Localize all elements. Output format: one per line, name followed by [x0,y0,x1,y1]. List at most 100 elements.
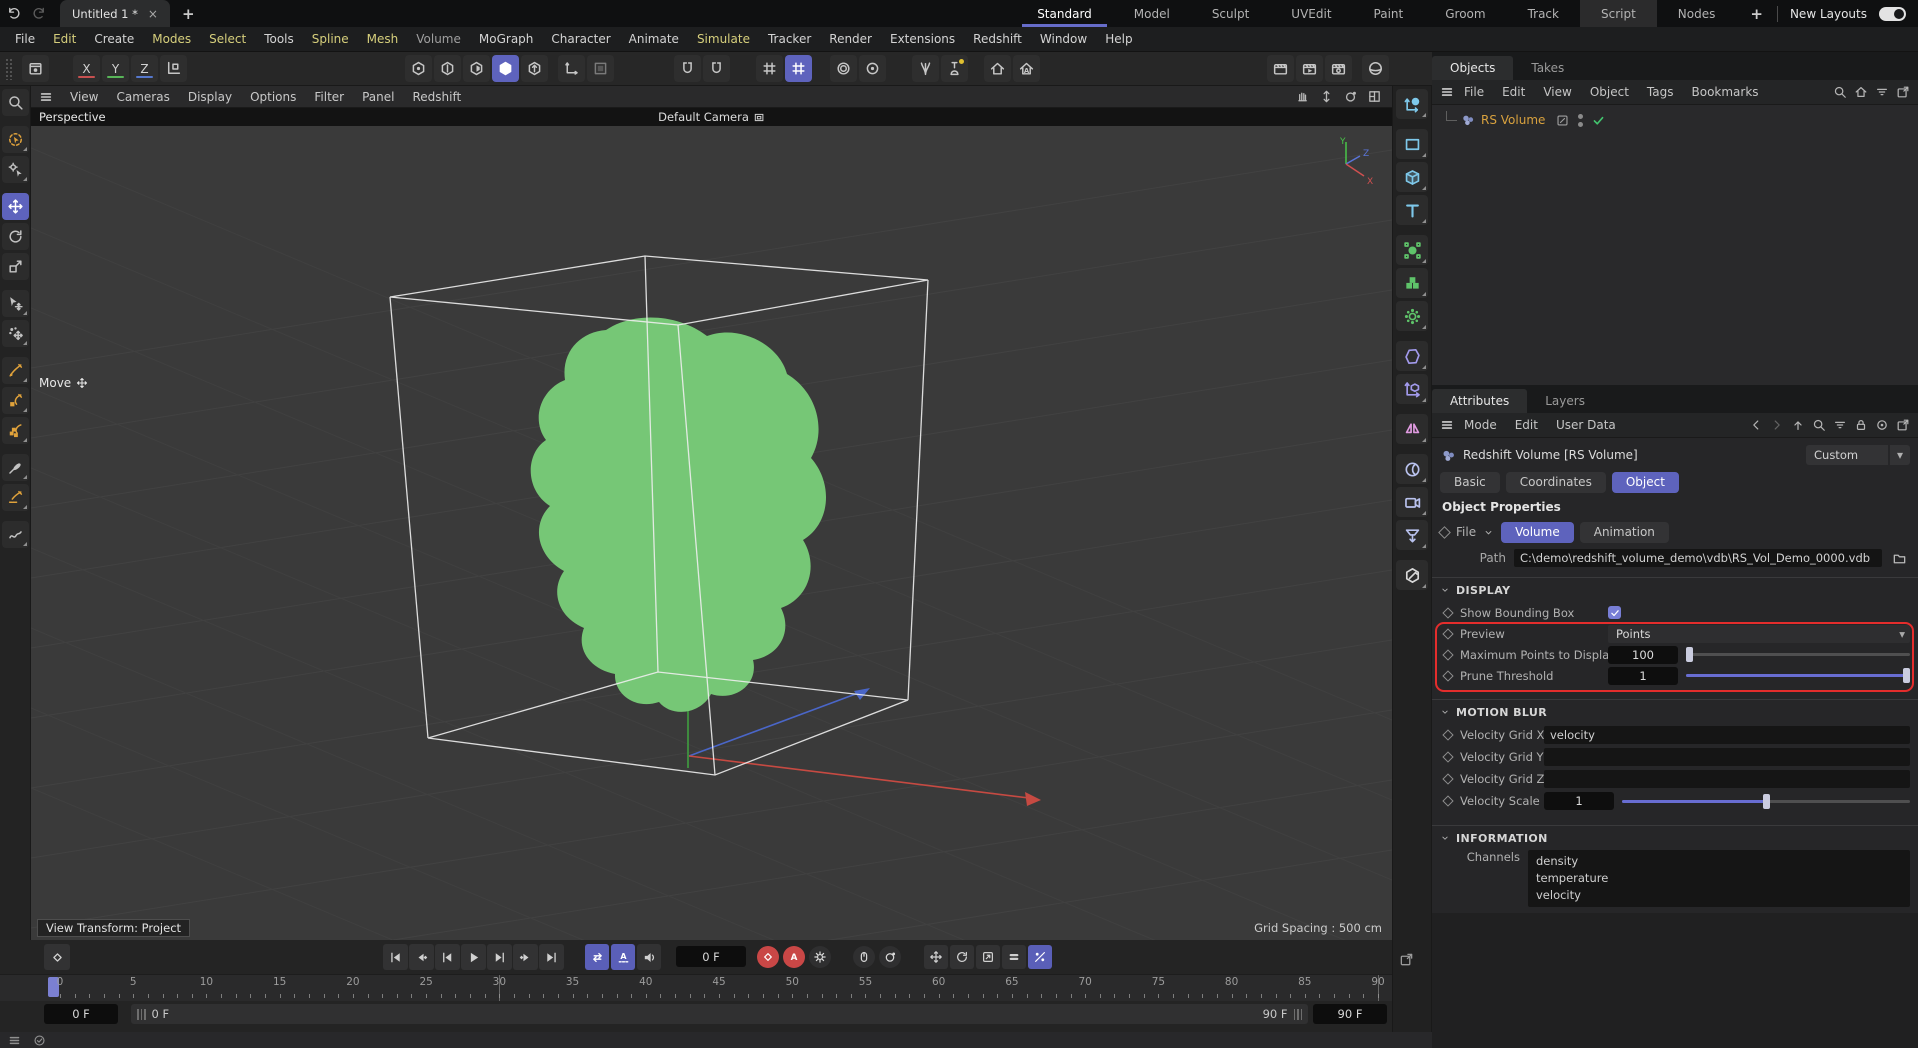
menu-tracker[interactable]: Tracker [759,32,820,46]
layout-tab-model[interactable]: Model [1113,0,1191,27]
object-manager-tree[interactable]: RS Volume [1432,105,1918,385]
attribute-manager-menu-user-data[interactable]: User Data [1548,418,1624,432]
deformer-button[interactable] [1396,341,1428,371]
menu-character[interactable]: Character [542,32,619,46]
viewport-menu-filter[interactable]: Filter [305,90,353,104]
file-mode-volume-button[interactable]: Volume [1501,521,1574,543]
scale-tool[interactable] [1,253,29,280]
field-button[interactable] [1396,374,1428,404]
value-field-maximum-points-to-display[interactable]: 100 [1608,645,1678,664]
stage-button[interactable] [1396,520,1428,550]
snap-toggle-button[interactable] [674,55,701,82]
menu-simulate[interactable]: Simulate [688,32,759,46]
menu-volume[interactable]: Volume [407,32,470,46]
attribute-manager-tab-attributes[interactable]: Attributes [1432,389,1528,413]
axis-gizmo[interactable]: Y Z X [1324,134,1376,186]
soft-selection-tool[interactable] [1,320,29,347]
section-collapse-icon[interactable] [1440,707,1450,717]
points-mode-button[interactable] [405,55,432,82]
value-field-prune-threshold[interactable]: 1 [1608,666,1678,685]
expand-icon[interactable] [1896,85,1910,99]
menu-create[interactable]: Create [85,32,143,46]
model-mode-button[interactable] [492,55,519,82]
current-frame-field[interactable]: 0 F [676,946,746,967]
menu-render[interactable]: Render [820,32,881,46]
text-field-velocity-grid-x[interactable]: velocity [1544,726,1910,744]
viewport-camera-label[interactable]: Default Camera [658,110,765,124]
keyframe-rotation-mode-button[interactable] [879,946,901,968]
render-view-button[interactable] [1267,55,1294,82]
browse-folder-icon[interactable] [1888,549,1910,567]
sketch-pen-tool[interactable] [1,484,29,511]
object-manager-menu-object[interactable]: Object [1582,85,1637,99]
menu-file[interactable]: File [6,32,44,46]
object-manager-menu-view[interactable]: View [1535,85,1579,99]
viewport-menu-panel[interactable]: Panel [353,90,403,104]
object-manager-tab-objects[interactable]: Objects [1432,56,1514,80]
attribute-manager-menu-icon[interactable] [1440,418,1454,432]
falloff-button[interactable] [830,55,857,82]
sound-button[interactable] [637,944,661,970]
layout-tab-script[interactable]: Script [1579,0,1657,27]
object-axis-mode-button[interactable] [521,55,548,82]
range-start-grip[interactable] [137,1008,146,1020]
status-ok-icon[interactable] [33,1034,46,1047]
goto-end-button[interactable] [539,944,564,970]
object-edit-icon[interactable] [1556,114,1569,127]
polygon-pen-tool[interactable] [1,387,29,414]
key-diamond-icon[interactable] [1442,729,1454,741]
workplane-house-button[interactable] [984,55,1011,82]
cloner-button[interactable] [1396,301,1428,331]
layout-tab-nodes[interactable]: Nodes [1657,0,1737,27]
ruler-frame-15[interactable]: 15 [273,976,286,988]
preset-dropdown[interactable]: Custom ▾ [1806,445,1910,465]
search-icon[interactable] [1833,85,1847,99]
workplane-auto-button[interactable]: A [1013,55,1040,82]
home-icon[interactable] [1854,85,1868,99]
hair-button[interactable] [912,55,939,82]
object-manager-menu-bookmarks[interactable]: Bookmarks [1684,85,1767,99]
menu-redshift[interactable]: Redshift [964,32,1031,46]
attribute-manager-menu-edit[interactable]: Edit [1507,418,1546,432]
layout-tab-sculpt[interactable]: Sculpt [1191,0,1270,27]
undo-queue-button[interactable] [22,55,49,82]
object-manager-menu-icon[interactable] [1440,85,1454,99]
ruler-frame-40[interactable]: 40 [639,976,652,988]
ruler-frame-85[interactable]: 85 [1298,976,1311,988]
key-rotation-button[interactable] [950,945,974,969]
menu-select[interactable]: Select [200,32,255,46]
key-diamond-icon[interactable] [1442,751,1454,763]
object-manager-tab-takes[interactable]: Takes [1513,56,1582,80]
viewport-menu-redshift[interactable]: Redshift [403,90,470,104]
loop-mode-button[interactable] [585,944,609,970]
symmetry-button[interactable] [1396,414,1428,444]
file-mode-animation-button[interactable]: Animation [1579,521,1669,543]
filter-icon[interactable] [1833,418,1847,432]
keyframe-bar-button[interactable] [44,944,70,970]
environment-button[interactable] [1396,454,1428,484]
key-diamond-icon[interactable] [1442,648,1454,661]
new-layouts-toggle[interactable] [1879,6,1906,21]
file-group-label[interactable]: File [1456,525,1476,539]
menu-help[interactable]: Help [1096,32,1141,46]
object-manager-menu-file[interactable]: File [1456,85,1492,99]
key-snap-button[interactable] [1028,945,1052,969]
value-field-velocity-scale[interactable]: 1 [1544,792,1614,810]
ruler-frame-10[interactable]: 10 [200,976,213,988]
key-diamond-icon[interactable] [1442,669,1454,682]
polygons-mode-button[interactable] [463,55,490,82]
volume-pen-tool[interactable] [1,417,29,444]
dropdown-preview[interactable]: Points ▾ [1608,624,1910,643]
attribute-tab-object[interactable]: Object [1611,471,1679,493]
rotate-tool[interactable] [1,223,29,250]
measure-button[interactable] [941,55,968,82]
attribute-tab-coordinates[interactable]: Coordinates [1505,471,1606,493]
redo-icon[interactable] [26,0,52,27]
key-position-button[interactable] [924,945,948,969]
goto-start-button[interactable] [383,944,408,970]
menu-tools[interactable]: Tools [255,32,303,46]
ruler-frame-65[interactable]: 65 [1005,976,1018,988]
spline-smooth-tool[interactable] [1,521,29,548]
checkbox-show-bounding-box[interactable] [1608,606,1621,619]
key-diamond-icon[interactable] [1442,795,1454,807]
